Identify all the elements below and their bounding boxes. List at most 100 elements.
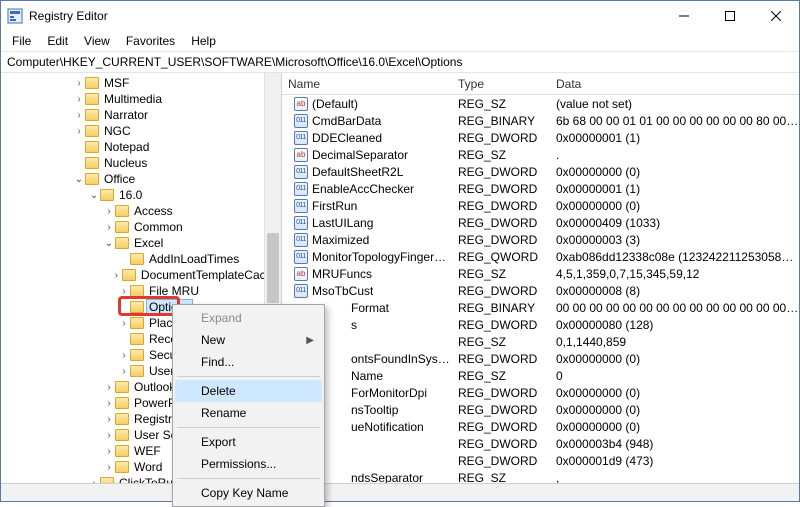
- expand-chevron-icon[interactable]: [118, 286, 130, 297]
- tree-item[interactable]: Multimedia: [1, 91, 281, 107]
- expand-chevron-icon[interactable]: [88, 478, 100, 484]
- expand-chevron-icon[interactable]: [73, 174, 85, 185]
- menu-edit[interactable]: Edit: [40, 33, 75, 49]
- value-row[interactable]: REG_SZ0,1,1440,859: [282, 333, 799, 350]
- expand-chevron-icon[interactable]: [103, 382, 115, 393]
- tree-item[interactable]: Notepad: [1, 139, 281, 155]
- expand-chevron-icon[interactable]: [73, 126, 85, 137]
- tree-item-label: WEF: [132, 444, 163, 458]
- expand-chevron-icon[interactable]: [103, 206, 115, 217]
- value-row[interactable]: FirstRunREG_DWORD0x00000000 (0): [282, 197, 799, 214]
- value-row[interactable]: NameREG_SZ0: [282, 367, 799, 384]
- tree-item[interactable]: MSF: [1, 75, 281, 91]
- value-name: CmdBarData: [312, 114, 381, 128]
- value-row[interactable]: sREG_DWORD0x00000080 (128): [282, 316, 799, 333]
- value-data: 00 00 00 00 00 00 00 00 00 00 00 00 00 0…: [550, 301, 799, 315]
- value-type: REG_DWORD: [452, 386, 550, 400]
- reg-binary-icon: [294, 284, 308, 298]
- value-row[interactable]: REG_DWORD0x000003b4 (948): [282, 435, 799, 452]
- tree-item[interactable]: NGC: [1, 123, 281, 139]
- expand-chevron-icon[interactable]: [103, 462, 115, 473]
- value-row[interactable]: MonitorTopologyFingerprintREG_QWORD0xab0…: [282, 248, 799, 265]
- expand-chevron-icon[interactable]: [118, 350, 130, 361]
- expand-chevron-icon[interactable]: [103, 398, 115, 409]
- value-row[interactable]: (Default)REG_SZ(value not set): [282, 95, 799, 112]
- ctx-rename[interactable]: Rename: [175, 402, 322, 424]
- column-header-data[interactable]: Data: [550, 77, 799, 91]
- value-row[interactable]: ontsFoundInSystemREG_DWORD0x00000000 (0): [282, 350, 799, 367]
- ctx-export[interactable]: Export: [175, 431, 322, 453]
- value-row[interactable]: nsTooltipREG_DWORD0x00000000 (0): [282, 401, 799, 418]
- tree-item-label: 16.0: [117, 188, 144, 202]
- value-row[interactable]: DefaultSheetR2LREG_DWORD0x00000000 (0): [282, 163, 799, 180]
- menu-help[interactable]: Help: [184, 33, 223, 49]
- expand-chevron-icon[interactable]: [103, 430, 115, 441]
- tree-item-label: MSF: [102, 76, 131, 90]
- tree-item[interactable]: Excel: [1, 235, 281, 251]
- expand-chevron-icon[interactable]: [118, 318, 130, 329]
- value-row[interactable]: DDECleanedREG_DWORD0x00000001 (1): [282, 129, 799, 146]
- value-row[interactable]: MRUFuncsREG_SZ4,5,1,359,0,7,15,345,59,12: [282, 265, 799, 282]
- tree-scroll-thumb[interactable]: [267, 233, 279, 303]
- column-header-name[interactable]: Name: [282, 77, 452, 91]
- tree-item[interactable]: 16.0: [1, 187, 281, 203]
- expand-chevron-icon[interactable]: [111, 270, 122, 281]
- value-data: 0x00000000 (0): [550, 403, 799, 417]
- ctx-expand[interactable]: Expand: [175, 307, 322, 329]
- menu-favorites[interactable]: Favorites: [119, 33, 182, 49]
- value-row[interactable]: ndsSeparatorREG_SZ,: [282, 469, 799, 483]
- tree-item[interactable]: DocumentTemplateCache: [1, 267, 281, 283]
- value-type: REG_DWORD: [452, 352, 550, 366]
- close-button[interactable]: [753, 1, 799, 31]
- ctx-delete[interactable]: Delete: [175, 380, 322, 402]
- value-row[interactable]: FormatREG_BINARY00 00 00 00 00 00 00 00 …: [282, 299, 799, 316]
- value-row[interactable]: DecimalSeparatorREG_SZ.: [282, 146, 799, 163]
- value-row[interactable]: CmdBarDataREG_BINARY6b 68 00 00 01 01 00…: [282, 112, 799, 129]
- ctx-find[interactable]: Find...: [175, 351, 322, 373]
- expand-chevron-icon[interactable]: [73, 110, 85, 121]
- expand-chevron-icon[interactable]: [103, 238, 115, 249]
- tree-item[interactable]: Office: [1, 171, 281, 187]
- value-row[interactable]: ForMonitorDpiREG_DWORD0x00000000 (0): [282, 384, 799, 401]
- expand-chevron-icon[interactable]: [88, 190, 100, 201]
- tree-item[interactable]: Nucleus: [1, 155, 281, 171]
- reg-string-icon: [294, 267, 308, 281]
- maximize-button[interactable]: [707, 1, 753, 31]
- value-row[interactable]: REG_DWORD0x000001d9 (473): [282, 452, 799, 469]
- column-header-type[interactable]: Type: [452, 77, 550, 91]
- value-row[interactable]: MaximizedREG_DWORD0x00000003 (3): [282, 231, 799, 248]
- value-data: 0x00000000 (0): [550, 386, 799, 400]
- menubar: File Edit View Favorites Help: [1, 31, 799, 51]
- address-input[interactable]: [5, 54, 795, 70]
- value-row[interactable]: ueNotificationREG_DWORD0x00000000 (0): [282, 418, 799, 435]
- folder-icon: [85, 125, 99, 137]
- value-type: REG_DWORD: [452, 437, 550, 451]
- titlebar: Registry Editor: [1, 1, 799, 31]
- ctx-copy-key-name[interactable]: Copy Key Name: [175, 482, 322, 504]
- value-row[interactable]: LastUILangREG_DWORD0x00000409 (1033): [282, 214, 799, 231]
- expand-chevron-icon[interactable]: [73, 78, 85, 89]
- value-name: FirstRun: [312, 199, 357, 213]
- value-name: ontsFoundInSystem: [351, 352, 452, 366]
- folder-icon: [100, 477, 114, 483]
- expand-chevron-icon[interactable]: [103, 222, 115, 233]
- menu-view[interactable]: View: [77, 33, 117, 49]
- tree-item-label: Office: [102, 172, 137, 186]
- tree-item[interactable]: Narrator: [1, 107, 281, 123]
- ctx-separator: [177, 376, 320, 377]
- value-row[interactable]: EnableAccCheckerREG_DWORD0x00000001 (1): [282, 180, 799, 197]
- expand-chevron-icon[interactable]: [118, 366, 130, 377]
- minimize-button[interactable]: [661, 1, 707, 31]
- expand-chevron-icon[interactable]: [103, 414, 115, 425]
- value-row[interactable]: MsoTbCustREG_DWORD0x00000008 (8): [282, 282, 799, 299]
- tree-item-label: Common: [132, 220, 185, 234]
- tree-item[interactable]: File MRU: [1, 283, 281, 299]
- tree-item[interactable]: Common: [1, 219, 281, 235]
- expand-chevron-icon[interactable]: [73, 94, 85, 105]
- ctx-new[interactable]: New ▶: [175, 329, 322, 351]
- tree-item[interactable]: AddInLoadTimes: [1, 251, 281, 267]
- ctx-permissions[interactable]: Permissions...: [175, 453, 322, 475]
- expand-chevron-icon[interactable]: [103, 446, 115, 457]
- tree-item[interactable]: Access: [1, 203, 281, 219]
- menu-file[interactable]: File: [5, 33, 38, 49]
